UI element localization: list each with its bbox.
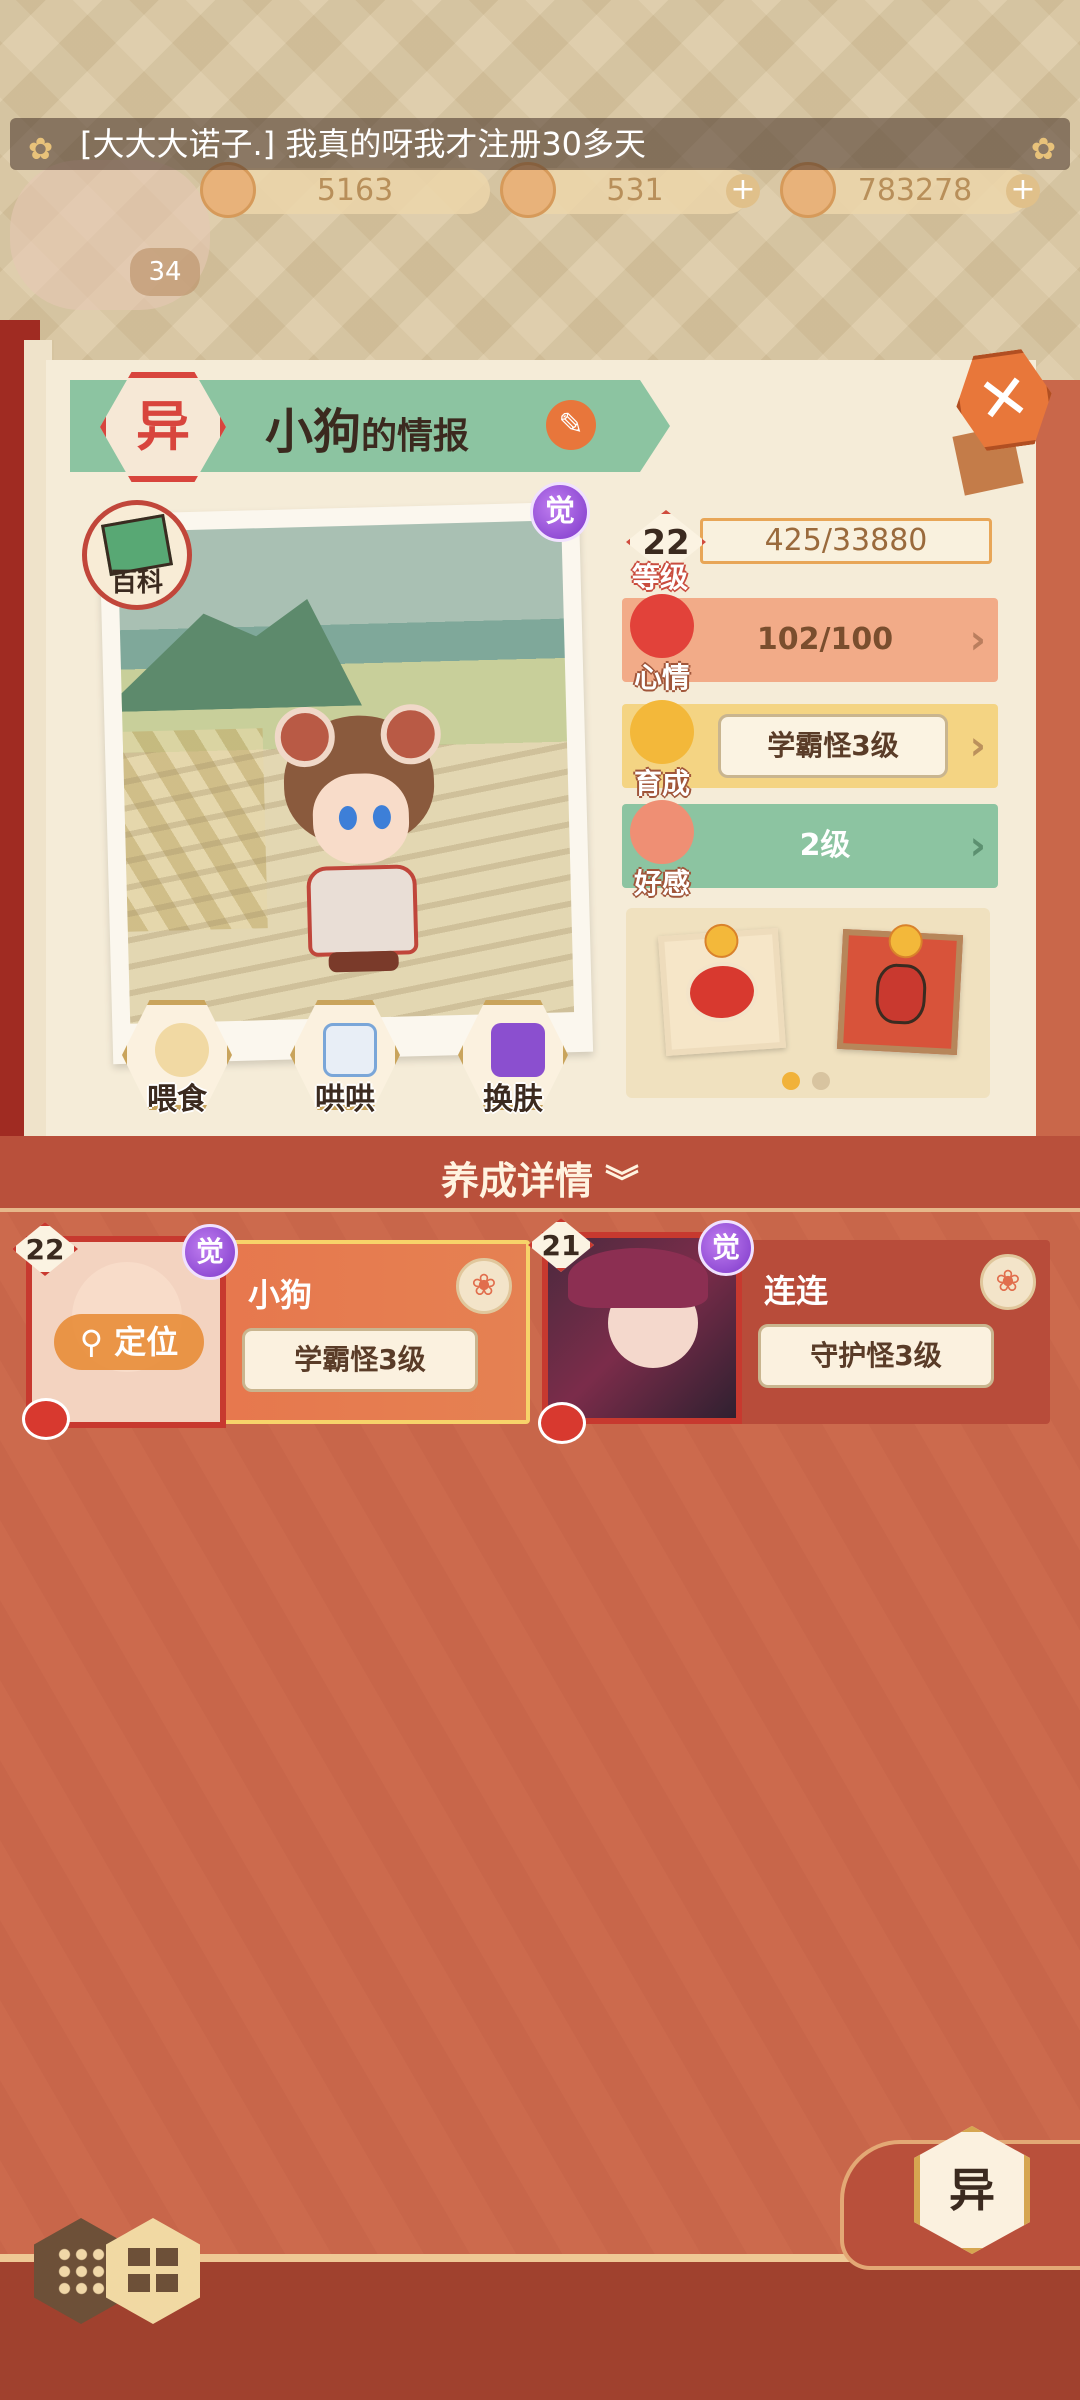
edit-icon[interactable]: ✎ xyxy=(546,400,596,450)
coin-currency-icon xyxy=(780,162,836,218)
heart-icon xyxy=(538,1402,586,1444)
location-pin-icon: ⚲ xyxy=(79,1323,104,1361)
item-carousel[interactable] xyxy=(626,908,990,1098)
resource-flower: 5163 xyxy=(200,162,490,218)
mood-value: 102/100 xyxy=(756,622,894,657)
affection-label: 好感 xyxy=(633,867,690,900)
growth-row[interactable]: 育成 学霸怪3级 › xyxy=(622,700,998,800)
flower-icon: ❀ xyxy=(471,1268,497,1303)
chevron-right-icon: › xyxy=(969,723,986,769)
awaken-badge: 觉 xyxy=(182,1224,238,1280)
food-item[interactable] xyxy=(657,922,787,1057)
flower-icon: ✿ xyxy=(28,132,54,167)
feed-label: 喂食 xyxy=(147,1082,207,1117)
pet-title: 学霸怪3级 xyxy=(242,1328,478,1392)
locate-label: 定位 xyxy=(114,1323,179,1361)
decor-item[interactable] xyxy=(836,923,964,1056)
encyclopedia-button[interactable]: 百科 xyxy=(82,500,192,610)
flower-icon: ❀ xyxy=(995,1264,1021,1299)
grid-view-icon xyxy=(56,2246,106,2296)
skin-icon xyxy=(491,1023,545,1077)
add-coin-button[interactable]: + xyxy=(1006,174,1040,208)
section-title-text: 养成详情 xyxy=(440,1159,593,1203)
coax-label: 哄哄 xyxy=(315,1082,375,1117)
carousel-dot-active[interactable] xyxy=(782,1072,800,1090)
awaken-badge: 觉 xyxy=(698,1220,754,1276)
character-face xyxy=(311,772,411,865)
encyclopedia-label: 百科 xyxy=(110,568,163,598)
player-level: 34 xyxy=(130,248,200,296)
chevron-right-icon: › xyxy=(969,823,986,869)
flower-icon: ✿ xyxy=(1030,132,1056,167)
smile-icon xyxy=(887,923,924,960)
heart-icon xyxy=(630,594,694,658)
marquee-text: [大大大诺子.] 我真的呀我才注册30多天 xyxy=(80,125,647,163)
resource-value: 531 xyxy=(606,173,664,208)
pet-title: 守护怪3级 xyxy=(758,1324,994,1388)
feed-bowl-icon xyxy=(155,1023,209,1077)
section-title[interactable]: 养成详情 ︾ xyxy=(0,1150,1080,1205)
smile-icon xyxy=(630,700,694,764)
character-feet xyxy=(328,950,399,973)
page-title: 小狗的情报 xyxy=(265,392,469,462)
close-icon: ✕ xyxy=(972,358,1035,439)
mood-row[interactable]: 心情 102/100 › xyxy=(622,594,998,694)
pet-name: 小狗 xyxy=(248,1276,313,1314)
pet-name-title: 小狗 xyxy=(265,404,362,460)
mood-label: 心情 xyxy=(633,661,690,694)
affection-row[interactable]: 好感 2级 › xyxy=(622,800,998,900)
title-suffix: 的情报 xyxy=(361,416,470,457)
chevron-right-icon: › xyxy=(969,617,986,663)
resource-value: 5163 xyxy=(316,173,394,208)
list-view-icon xyxy=(128,2248,178,2294)
announcement-marquee: ✿ [大大大诺子.] 我真的呀我才注册30多天 ✿ xyxy=(10,118,1070,170)
double-chevron-down-icon: ︾ xyxy=(605,1163,639,1203)
heart-icon xyxy=(22,1398,70,1440)
resource-coin: 783278 + xyxy=(780,162,1040,218)
pet-hair xyxy=(568,1248,708,1308)
daruma-icon xyxy=(874,962,928,1026)
flower-icon xyxy=(630,800,694,864)
locate-button[interactable]: ⚲ 定位 xyxy=(54,1314,204,1370)
resource-value: 783278 xyxy=(857,173,973,208)
resource-candy: 531 + xyxy=(500,162,760,218)
awaken-badge: 觉 xyxy=(530,482,590,542)
growth-label: 育成 xyxy=(633,767,690,800)
candy-currency-icon xyxy=(500,162,556,218)
smile-icon xyxy=(703,922,740,960)
affection-value: 2级 xyxy=(799,828,851,863)
character-outfit xyxy=(306,864,419,958)
carousel-dot[interactable] xyxy=(812,1072,830,1090)
pet-card[interactable]: 21 觉 连连 守护怪3级 ❀ xyxy=(528,1218,1050,1444)
flower-currency-icon xyxy=(200,162,256,218)
pet-character xyxy=(282,713,438,973)
soup-icon xyxy=(683,959,761,1025)
level-label: 等级 xyxy=(632,561,689,594)
favorite-button[interactable]: ❀ xyxy=(980,1254,1036,1310)
pet-name: 连连 xyxy=(764,1272,829,1310)
favorite-button[interactable]: ❀ xyxy=(456,1258,512,1314)
add-candy-button[interactable]: + xyxy=(726,174,760,208)
milk-icon xyxy=(323,1023,377,1077)
exp-value: 425/33880 xyxy=(764,523,928,558)
pet-card-selected[interactable]: 22 觉 ⚲ 定位 小狗 学霸怪3级 ❀ xyxy=(12,1222,530,1440)
growth-value: 学霸怪3级 xyxy=(718,714,948,778)
skin-label: 换肤 xyxy=(483,1082,543,1117)
